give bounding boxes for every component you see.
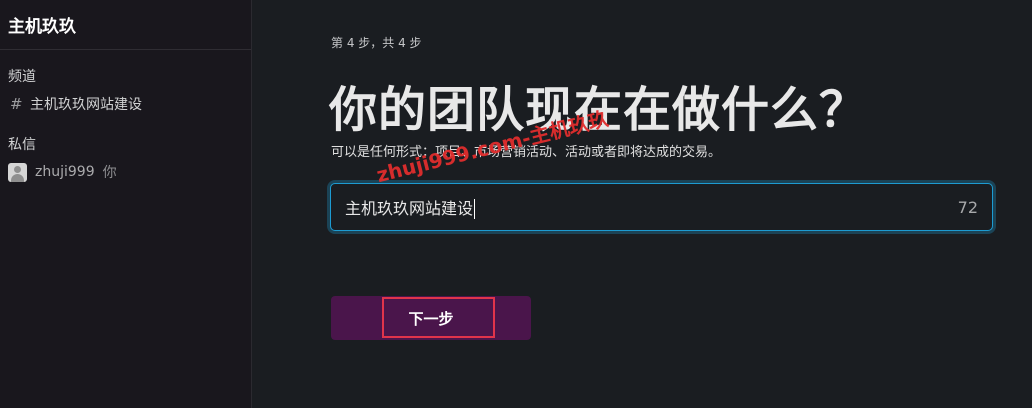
step-indicator: 第 4 步，共 4 步 [331, 36, 422, 50]
next-button[interactable]: 下一步 [331, 296, 531, 340]
hash-icon: # [10, 95, 23, 113]
page-subtitle: 可以是任何形式：项目、市场营销活动、活动或者即将达成的交易。 [331, 145, 722, 160]
dm-you-label: 你 [102, 165, 117, 181]
team-project-input[interactable]: 主机玖玖网站建设 72 [330, 183, 993, 231]
text-caret [474, 199, 476, 220]
avatar-icon [8, 162, 27, 182]
main-panel: 第 4 步，共 4 步 你的团队现在在做什么？ 可以是任何形式：项目、市场营销活… [253, 0, 1032, 408]
sidebar-item-dm[interactable]: zhuji999 你 [0, 159, 252, 185]
channel-label: 主机玖玖网站建设 [30, 97, 142, 113]
workspace-name[interactable]: 主机玖玖 [0, 0, 251, 50]
channels-section-label[interactable]: 频道 [8, 66, 36, 86]
next-button-label: 下一步 [408, 310, 454, 328]
sidebar: 主机玖玖 频道 # 主机玖玖网站建设 私信 zhuji999 你 [0, 0, 252, 408]
dms-section-label[interactable]: 私信 [8, 134, 36, 154]
dm-user-name: zhuji999 [35, 164, 95, 180]
character-counter: 72 [957, 197, 978, 217]
page-title: 你的团队现在在做什么？ [329, 82, 869, 138]
sidebar-item-channel[interactable]: # 主机玖玖网站建设 [0, 91, 252, 117]
input-value[interactable]: 主机玖玖网站建设 [345, 195, 958, 220]
